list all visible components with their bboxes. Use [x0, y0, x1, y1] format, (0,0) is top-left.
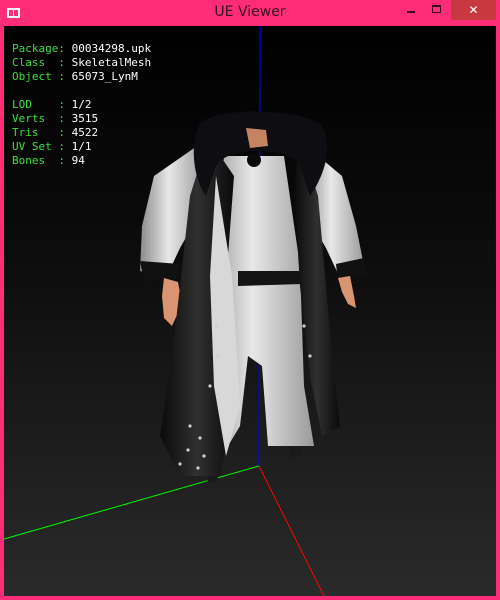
y-axis-line	[4, 465, 260, 540]
close-icon: ✕	[468, 3, 479, 17]
info-tris: Tris : 4522	[12, 126, 99, 139]
info-bones: Bones : 94	[12, 154, 85, 167]
maximize-icon	[432, 5, 441, 13]
info-verts: Verts : 3515	[12, 112, 99, 125]
3d-viewport[interactable]: Package: 00034298.upk Class : SkeletalMe…	[4, 26, 496, 596]
mesh-info-panel: Package: 00034298.upk Class : SkeletalMe…	[12, 42, 151, 168]
info-lod: LOD : 1/2	[12, 98, 92, 111]
minimize-button[interactable]	[398, 0, 424, 20]
x-axis-line	[258, 465, 325, 596]
character-model	[140, 111, 366, 484]
app-window: UE Viewer ✕ Package: 00034298.upk Class …	[0, 0, 500, 600]
info-class: Class : SkeletalMesh	[12, 56, 152, 69]
info-uvset: UV Set : 1/1	[12, 140, 92, 153]
title-bar[interactable]: UE Viewer ✕	[0, 0, 500, 26]
close-button[interactable]: ✕	[451, 0, 496, 20]
info-package: Package: 00034298.upk	[12, 42, 152, 55]
maximize-button[interactable]	[424, 0, 450, 20]
minimize-icon	[407, 11, 415, 13]
info-object: Object : 65073_LynM	[12, 70, 138, 83]
